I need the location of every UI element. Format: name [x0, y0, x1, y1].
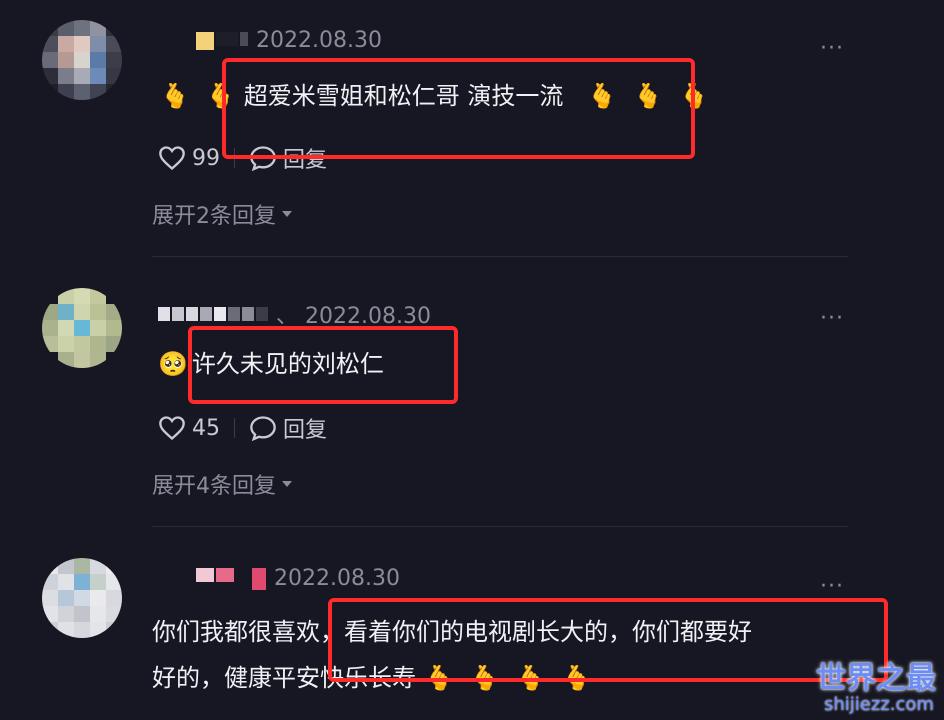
comment-time: 2022.08.30	[274, 566, 400, 591]
heart-icon	[159, 146, 185, 171]
comment-divider	[152, 256, 848, 257]
reply-label: 回复	[283, 418, 328, 443]
chevron-down-icon	[282, 481, 292, 487]
comment-meta: 2022.08.30	[196, 28, 382, 53]
chevron-down-icon	[282, 211, 292, 217]
comment-divider	[152, 526, 848, 527]
highlight-box	[328, 598, 888, 682]
reply-button[interactable]: 回复	[249, 412, 327, 444]
speech-bubble-icon	[250, 416, 276, 441]
username-blurred[interactable]	[196, 31, 248, 50]
comment-actions: 45 回复	[158, 412, 327, 444]
divider	[234, 418, 235, 438]
heart-hands-icon: 🫰	[160, 82, 190, 110]
like-count: 45	[192, 415, 220, 441]
like-button[interactable]: 45	[158, 415, 220, 441]
username-blurred[interactable]	[158, 307, 268, 321]
avatar[interactable]	[42, 558, 122, 638]
avatar[interactable]	[42, 288, 122, 368]
comment-time: 2022.08.30	[256, 28, 382, 53]
expand-replies-label: 展开4条回复	[152, 474, 276, 499]
pleading-face-icon: 🥺	[158, 350, 188, 378]
comment-meta: 2022.08.30	[196, 566, 400, 591]
username-blurred[interactable]	[196, 567, 266, 590]
avatar[interactable]	[42, 20, 122, 100]
expand-replies-button[interactable]: 展开2条回复	[152, 198, 292, 230]
like-button[interactable]: 99	[158, 145, 220, 171]
like-count: 99	[192, 145, 220, 171]
more-options-icon[interactable]: ···	[820, 306, 844, 331]
watermark-title: 世界之最	[816, 661, 936, 696]
more-options-icon[interactable]: ···	[820, 36, 844, 61]
watermark-subtitle: shijiezz.com	[824, 694, 934, 715]
highlight-box	[222, 58, 695, 159]
expand-replies-label: 展开2条回复	[152, 204, 276, 229]
highlight-box	[188, 326, 458, 404]
watermark-logo: 世界之最 shijiezz.com	[816, 662, 936, 714]
heart-icon	[159, 416, 185, 441]
more-options-icon[interactable]: ···	[820, 574, 844, 599]
expand-replies-button[interactable]: 展开4条回复	[152, 468, 292, 500]
